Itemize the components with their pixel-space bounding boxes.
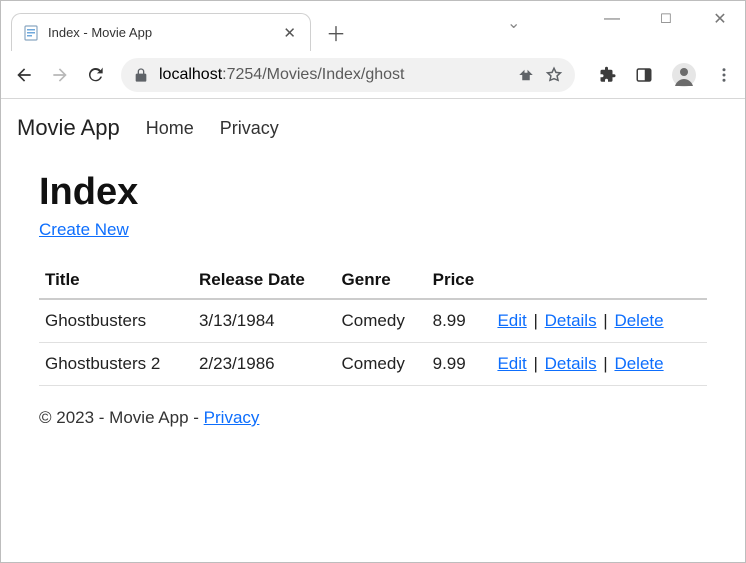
- movies-table: Title Release Date Genre Price Ghostbust…: [39, 262, 707, 386]
- action-sep: |: [527, 311, 545, 330]
- url-path: :7254/Movies/Index/ghost: [222, 66, 404, 83]
- delete-link[interactable]: Delete: [614, 354, 663, 373]
- cell-actions: Edit | Details | Delete: [491, 343, 707, 386]
- edit-link[interactable]: Edit: [497, 311, 526, 330]
- browser-toolbar: localhost:7254/Movies/Index/ghost: [1, 51, 745, 99]
- profile-icon[interactable]: [671, 62, 697, 88]
- window-close-icon[interactable]: ✕: [703, 9, 737, 29]
- col-release: Release Date: [193, 262, 336, 299]
- nav-privacy[interactable]: Privacy: [220, 118, 279, 139]
- url-text: localhost:7254/Movies/Index/ghost: [159, 66, 507, 84]
- extensions-icon[interactable]: [599, 66, 617, 84]
- menu-icon[interactable]: [715, 66, 733, 84]
- window-maximize-icon[interactable]: ☐: [649, 9, 683, 29]
- action-sep: |: [597, 311, 615, 330]
- cell-actions: Edit | Details | Delete: [491, 299, 707, 343]
- window-controls: — ☐ ✕: [595, 9, 737, 29]
- cell-title: Ghostbusters: [39, 299, 193, 343]
- page: Movie App Home Privacy Index Create New …: [1, 99, 745, 450]
- sidepanel-icon[interactable]: [635, 66, 653, 84]
- page-title: Index: [39, 171, 707, 214]
- tab-title: Index - Movie App: [48, 25, 279, 40]
- tab-close-icon[interactable]: ✕: [279, 22, 300, 44]
- lock-icon: [133, 67, 149, 83]
- browser-tab[interactable]: Index - Movie App ✕: [11, 13, 311, 51]
- details-link[interactable]: Details: [545, 354, 597, 373]
- cell-title: Ghostbusters 2: [39, 343, 193, 386]
- nav-home[interactable]: Home: [146, 118, 194, 139]
- cell-genre: Comedy: [336, 343, 427, 386]
- footer-text: © 2023 - Movie App -: [39, 408, 204, 427]
- new-tab-button[interactable]: ＋: [321, 17, 351, 47]
- reload-button[interactable]: [85, 64, 107, 86]
- col-genre: Genre: [336, 262, 427, 299]
- window-minimize-icon[interactable]: —: [595, 9, 629, 29]
- create-new-link[interactable]: Create New: [39, 220, 129, 240]
- table-row: Ghostbusters 3/13/1984 Comedy 8.99 Edit …: [39, 299, 707, 343]
- main-content: Index Create New Title Release Date Genr…: [1, 171, 745, 386]
- delete-link[interactable]: Delete: [614, 311, 663, 330]
- col-actions: [491, 262, 707, 299]
- page-favicon-icon: [22, 24, 40, 42]
- star-icon[interactable]: [545, 66, 563, 84]
- back-button[interactable]: [13, 64, 35, 86]
- cell-price: 8.99: [427, 299, 492, 343]
- col-title: Title: [39, 262, 193, 299]
- edit-link[interactable]: Edit: [497, 354, 526, 373]
- address-bar[interactable]: localhost:7254/Movies/Index/ghost: [121, 58, 575, 92]
- action-sep: |: [527, 354, 545, 373]
- table-header-row: Title Release Date Genre Price: [39, 262, 707, 299]
- table-row: Ghostbusters 2 2/23/1986 Comedy 9.99 Edi…: [39, 343, 707, 386]
- window-titlebar: Index - Movie App ✕ ＋ ⌄ — ☐ ✕: [1, 1, 745, 51]
- footer-privacy-link[interactable]: Privacy: [204, 408, 260, 427]
- cell-genre: Comedy: [336, 299, 427, 343]
- app-navbar: Movie App Home Privacy: [1, 99, 745, 153]
- cell-release: 2/23/1986: [193, 343, 336, 386]
- brand[interactable]: Movie App: [17, 115, 120, 141]
- col-price: Price: [427, 262, 492, 299]
- share-icon[interactable]: [517, 66, 535, 84]
- tabs-dropdown-icon[interactable]: ⌄: [507, 13, 520, 33]
- action-sep: |: [597, 354, 615, 373]
- forward-button[interactable]: [49, 64, 71, 86]
- cell-price: 9.99: [427, 343, 492, 386]
- cell-release: 3/13/1984: [193, 299, 336, 343]
- details-link[interactable]: Details: [545, 311, 597, 330]
- url-host: localhost: [159, 66, 222, 83]
- toolbar-right: [599, 62, 733, 88]
- page-footer: © 2023 - Movie App - Privacy: [1, 386, 745, 450]
